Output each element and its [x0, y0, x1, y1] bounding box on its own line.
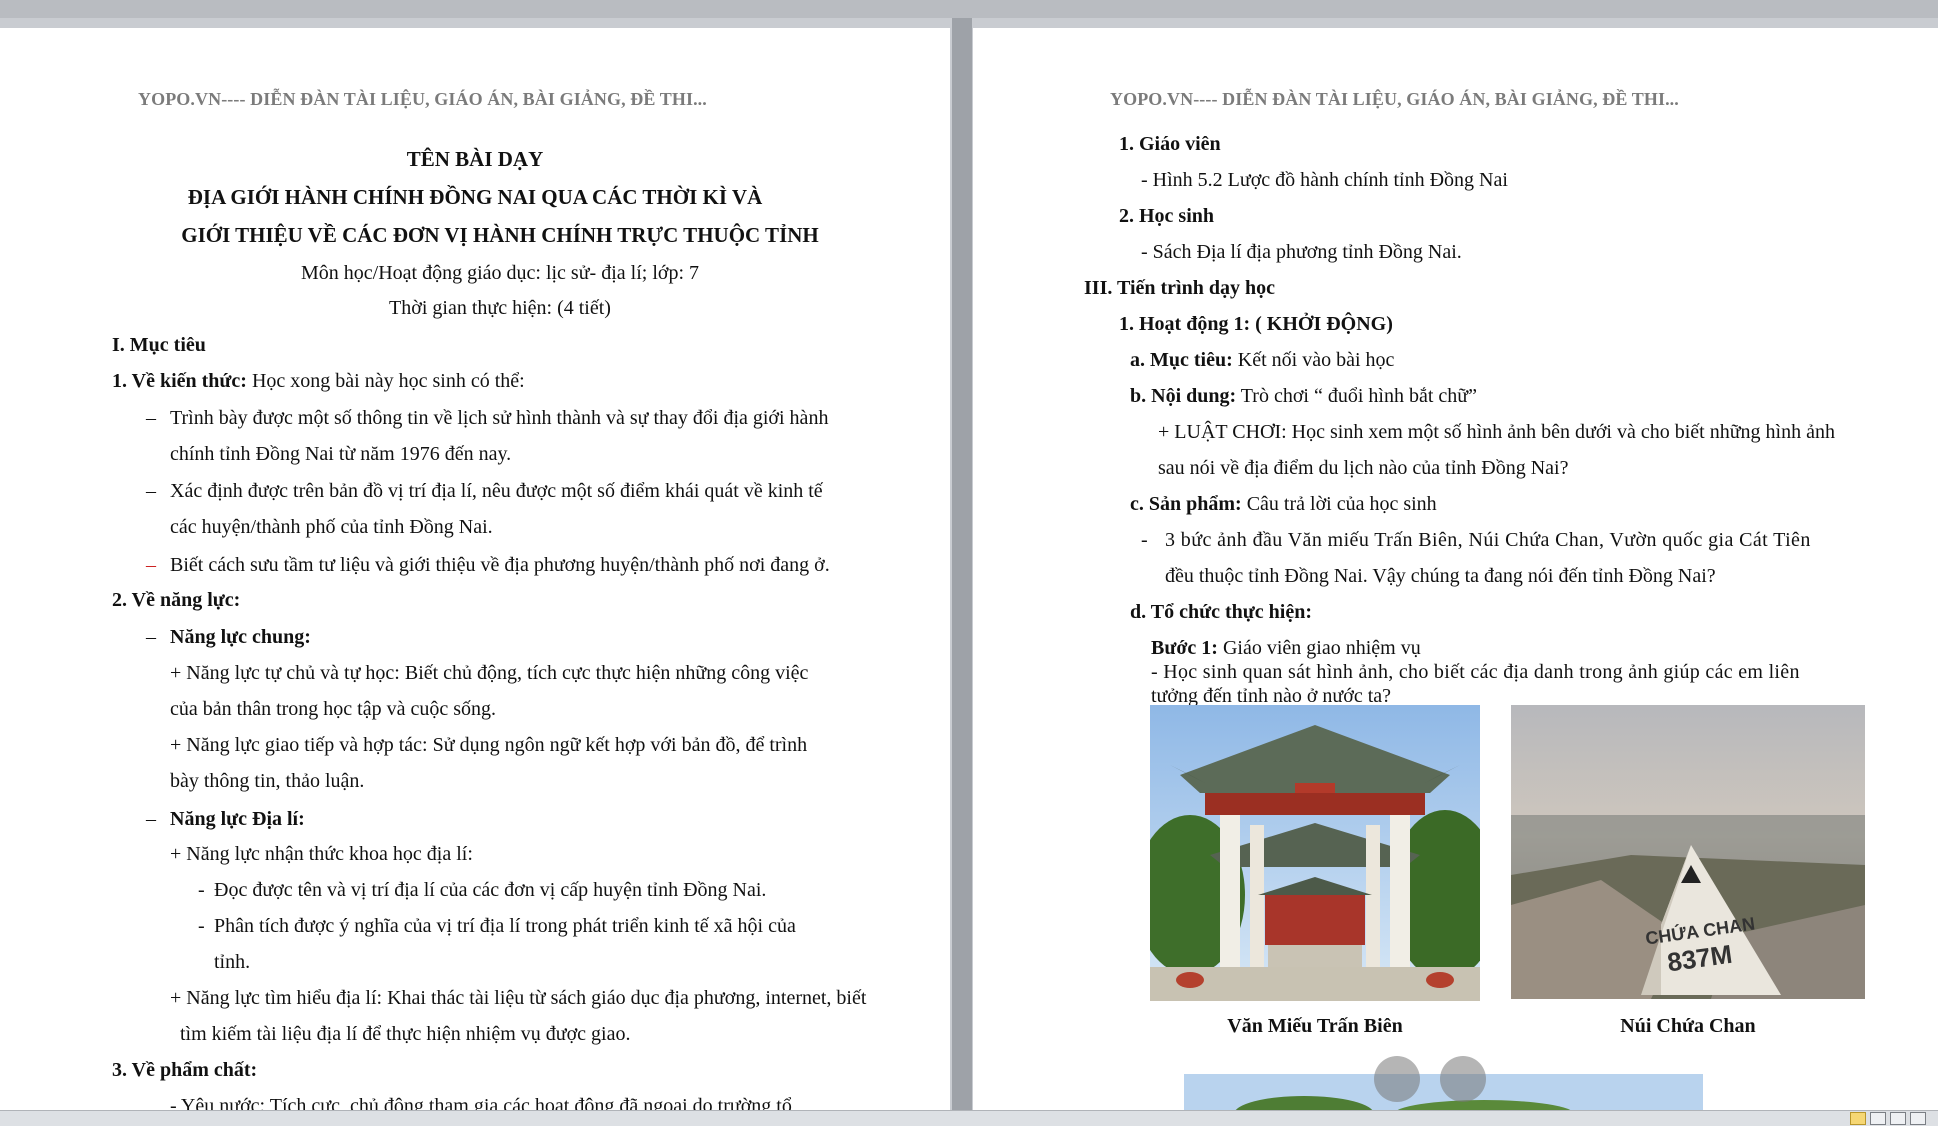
- lesson-title-label: TÊN BÀI DẠY: [406, 147, 544, 171]
- knowledge-heading: 1. Về kiến thức: Học xong bài này học si…: [112, 368, 525, 394]
- slideshow-prev-button[interactable]: [1374, 1056, 1420, 1102]
- content-label: b. Nội dung:: [1130, 385, 1237, 407]
- content-line: b. Nội dung: Trò chơi “ đuổi hình bắt ch…: [1130, 383, 1477, 409]
- knowledge-label: 1. Về kiến thức:: [112, 370, 247, 392]
- teacher-item: - Hình 5.2 Lược đồ hành chính tỉnh Đồng …: [1141, 169, 1508, 191]
- page-header: YOPO.VN---- DIỄN ĐÀN TÀI LIỆU, GIÁO ÁN, …: [1110, 89, 1679, 109]
- section-objectives: I. Mục tiêu: [112, 334, 206, 356]
- teacher-heading: 1. Giáo viên: [1119, 133, 1221, 155]
- sub-bullet-dash: -: [198, 879, 205, 901]
- sub-item-2-line1: Phân tích được ý nghĩa của vị trí địa lí…: [214, 915, 796, 937]
- bullet-dash: –: [146, 808, 156, 830]
- temple-caption: Văn Miếu Trấn Biên: [1227, 1015, 1403, 1037]
- duration-line: Thời gian thực hiện: (4 tiết): [389, 297, 611, 319]
- bullet-dash-red: –: [146, 554, 156, 576]
- bullet-dash: –: [146, 480, 156, 502]
- slideshow-next-button[interactable]: [1440, 1056, 1486, 1102]
- print-layout-icon[interactable]: [1850, 1112, 1866, 1125]
- product-line: c. Sản phẩm: Câu trả lời của học sinh: [1130, 491, 1437, 517]
- page-header: YOPO.VN---- DIỄN ĐÀN TÀI LIỆU, GIÁO ÁN, …: [138, 89, 707, 109]
- status-bar: [0, 1110, 1938, 1126]
- game-rule-line2: sau nói về địa điểm du lịch nào của tỉnh…: [1158, 457, 1569, 479]
- competency-item-3: + Năng lực nhận thức khoa học địa lí:: [170, 843, 473, 865]
- section-teaching-process: III. Tiến trình dạy học: [1084, 277, 1275, 299]
- geography-competency-label: Năng lực Địa lí:: [170, 808, 305, 830]
- qualities-item-1-partial: - Yêu nước: Tích cực, chủ động tham gia …: [170, 1095, 792, 1110]
- competency-heading: 2. Về năng lực:: [112, 589, 241, 611]
- content-text: Trò chơi “ đuổi hình bắt chữ”: [1236, 385, 1477, 407]
- activity-1-heading: 1. Hoạt động 1: ( KHỞI ĐỘNG): [1119, 313, 1393, 335]
- bullet-dash: –: [146, 626, 156, 648]
- knowledge-text: Học xong bài này học sinh có thể:: [246, 370, 525, 392]
- knowledge-item-3: Biết cách sưu tầm tư liệu và giới thiệu …: [170, 554, 830, 576]
- step-1-line: Bước 1: Giáo viên giao nhiệm vụ: [1151, 635, 1421, 661]
- qualities-heading: 3. Về phẩm chất:: [112, 1059, 258, 1081]
- competency-item-2-line1: + Năng lực giao tiếp và hợp tác: Sử dụng…: [170, 734, 808, 756]
- sub-item-2-line2: tỉnh.: [214, 951, 251, 973]
- mountain-caption: Núi Chứa Chan: [1620, 1015, 1756, 1037]
- competency-item-4-line1: + Năng lực tìm hiểu địa lí: Khai thác tà…: [170, 987, 867, 1009]
- game-rule-line1: + LUẬT CHƠI: Học sinh xem một số hình ản…: [1158, 421, 1835, 443]
- knowledge-item-1-line1: Trình bày được một số thông tin về lịch …: [170, 407, 829, 429]
- document-page-left: YOPO.VN---- DIỄN ĐÀN TÀI LIỆU, GIÁO ÁN, …: [0, 28, 950, 1110]
- full-screen-icon[interactable]: [1870, 1112, 1886, 1125]
- question-line1: - Học sinh quan sát hình ảnh, cho biết c…: [1151, 661, 1800, 683]
- knowledge-item-2-line1: Xác định được trên bản đồ vị trí địa lí,…: [170, 480, 823, 502]
- student-item: - Sách Địa lí địa phương tỉnh Đồng Nai.: [1141, 241, 1462, 263]
- general-competency-label: Năng lực chung:: [170, 626, 311, 648]
- lesson-title-line2: GIỚI THIỆU VỀ CÁC ĐƠN VỊ HÀNH CHÍNH TRỰC…: [181, 223, 819, 247]
- student-heading: 2. Học sinh: [1119, 205, 1215, 227]
- objective-label: a. Mục tiêu:: [1130, 349, 1233, 371]
- page-gutter: [952, 18, 972, 1110]
- step-1-label: Bước 1:: [1151, 637, 1218, 659]
- knowledge-item-2-line2: các huyện/thành phố của tỉnh Đồng Nai.: [170, 516, 493, 538]
- sub-bullet-dash: -: [198, 915, 205, 937]
- product-text: Câu trả lời của học sinh: [1241, 493, 1437, 515]
- competency-item-1-line1: + Năng lực tự chủ và tự học: Biết chủ độ…: [170, 662, 809, 684]
- answer-line2: đều thuộc tỉnh Đồng Nai. Vậy chúng ta đa…: [1165, 565, 1716, 587]
- subject-line: Môn học/Hoạt động giáo dục: lịc sử- địa …: [300, 262, 700, 284]
- bullet-dash: –: [146, 407, 156, 429]
- lesson-title-line1: ĐỊA GIỚI HÀNH CHÍNH ĐỒNG NAI QUA CÁC THỜ…: [187, 185, 763, 209]
- temple-photo: [1150, 705, 1480, 1001]
- knowledge-item-1-line2: chính tỉnh Đồng Nai từ năm 1976 đến nay.: [170, 443, 512, 465]
- competency-item-4-line2: tìm kiếm tài liệu địa lí để thực hiện nh…: [180, 1023, 631, 1045]
- competency-item-1-line2: của bản thân trong học tập và cuộc sống.: [170, 698, 497, 720]
- sub-item-1: Đọc được tên và vị trí địa lí của các đơ…: [214, 879, 767, 901]
- answer-dash: -: [1141, 529, 1148, 551]
- product-label: c. Sản phẩm:: [1130, 493, 1242, 515]
- organization-heading: d. Tổ chức thực hiện:: [1130, 601, 1312, 623]
- objective-line: a. Mục tiêu: Kết nối vào bài học: [1130, 347, 1394, 373]
- outline-icon[interactable]: [1910, 1112, 1926, 1125]
- answer-line1: 3 bức ảnh đầu Văn miếu Trấn Biên, Núi Ch…: [1165, 529, 1811, 551]
- objective-text: Kết nối vào bài học: [1232, 349, 1395, 371]
- competency-item-2-line2: bày thông tin, thảo luận.: [170, 770, 365, 792]
- step-1-text: Giáo viên giao nhiệm vụ: [1217, 637, 1421, 659]
- web-layout-icon[interactable]: [1890, 1112, 1906, 1125]
- document-page-right: YOPO.VN---- DIỄN ĐÀN TÀI LIỆU, GIÁO ÁN, …: [973, 28, 1938, 1110]
- mountain-photo: CHỨA CHAN 837M: [1511, 705, 1865, 999]
- window-top-bar: [0, 0, 1938, 18]
- view-mode-buttons: [1850, 1112, 1926, 1125]
